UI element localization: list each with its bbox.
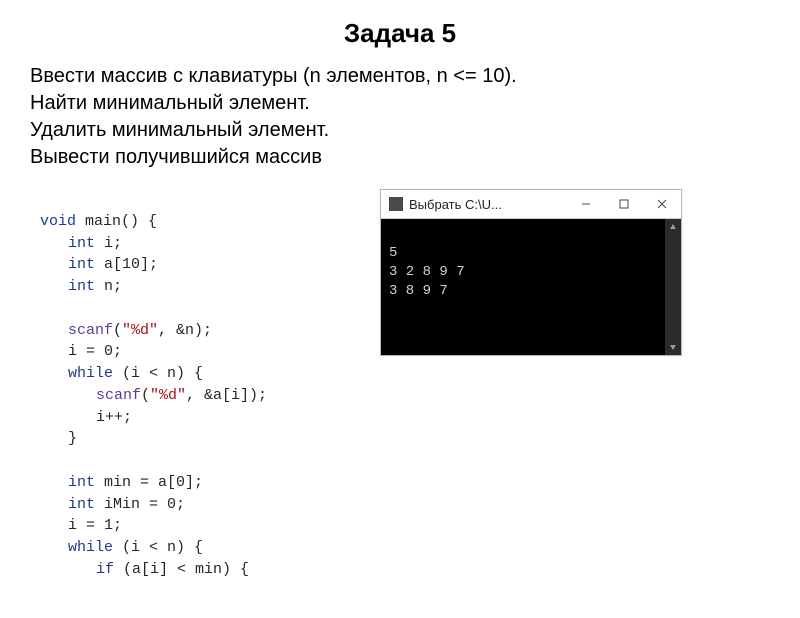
code-token: , &n);	[158, 322, 212, 339]
minimize-button[interactable]	[567, 190, 605, 218]
scroll-down-icon[interactable]	[665, 339, 681, 355]
code-token: scanf	[68, 322, 113, 339]
code-token: min = a[0];	[95, 474, 203, 491]
code-token: i;	[95, 235, 122, 252]
code-token: int	[68, 474, 95, 491]
window-title: Выбрать C:\U...	[409, 197, 567, 212]
console-line: 3 2 8 9 7	[389, 264, 465, 280]
code-token: (	[113, 322, 122, 339]
close-button[interactable]	[643, 190, 681, 218]
code-token: int	[68, 278, 95, 295]
code-token: , &a[i]);	[186, 387, 267, 404]
maximize-button[interactable]	[605, 190, 643, 218]
code-token: int	[68, 235, 95, 252]
code-token: scanf	[96, 387, 141, 404]
task-line: Вывести получившийся массив	[30, 144, 770, 171]
code-token: a[10];	[95, 256, 158, 273]
maximize-icon	[619, 199, 629, 209]
minimize-icon	[581, 199, 591, 209]
close-icon	[657, 199, 667, 209]
code-block: void main() { int i; int a[10]; int n; s…	[40, 189, 350, 581]
code-token: }	[40, 430, 77, 447]
task-line: Удалить минимальный элемент.	[30, 117, 770, 144]
console-line: 5	[389, 245, 397, 261]
code-token: (	[141, 387, 150, 404]
code-token: "%d"	[122, 322, 158, 339]
code-token: int	[68, 256, 95, 273]
code-token: "%d"	[150, 387, 186, 404]
code-token: while	[68, 539, 113, 556]
code-token: iMin = 0;	[95, 496, 185, 513]
titlebar[interactable]: Выбрать C:\U...	[381, 190, 681, 219]
code-token	[40, 300, 68, 317]
scroll-up-icon[interactable]	[665, 219, 681, 235]
code-token: (a[i] < min) {	[114, 561, 249, 578]
code-token	[40, 452, 68, 469]
code-token: int	[68, 496, 95, 513]
code-token: n;	[95, 278, 122, 295]
code-token: if	[96, 561, 114, 578]
page-title: Задача 5	[0, 18, 800, 49]
code-token: (i < n) {	[113, 365, 203, 382]
code-token: (i < n) {	[113, 539, 203, 556]
console-line: 3 8 9 7	[389, 283, 448, 299]
code-token: i = 0;	[40, 343, 122, 360]
console-output: 5 3 2 8 9 7 3 8 9 7	[381, 219, 681, 355]
code-token: while	[68, 365, 113, 382]
code-token: i = 1;	[40, 517, 122, 534]
code-token: i++;	[40, 409, 132, 426]
vertical-scrollbar[interactable]	[665, 219, 681, 355]
task-line: Ввести массив с клавиатуры (n элементов,…	[30, 63, 770, 90]
code-token: main() {	[76, 213, 157, 230]
task-description: Ввести массив с клавиатуры (n элементов,…	[30, 63, 770, 171]
console-app-icon	[389, 197, 403, 211]
console-window: Выбрать C:\U... 5 3 2 8 9 7 3 8 9 7	[380, 189, 682, 356]
task-line: Найти минимальный элемент.	[30, 90, 770, 117]
code-token: void	[40, 213, 76, 230]
